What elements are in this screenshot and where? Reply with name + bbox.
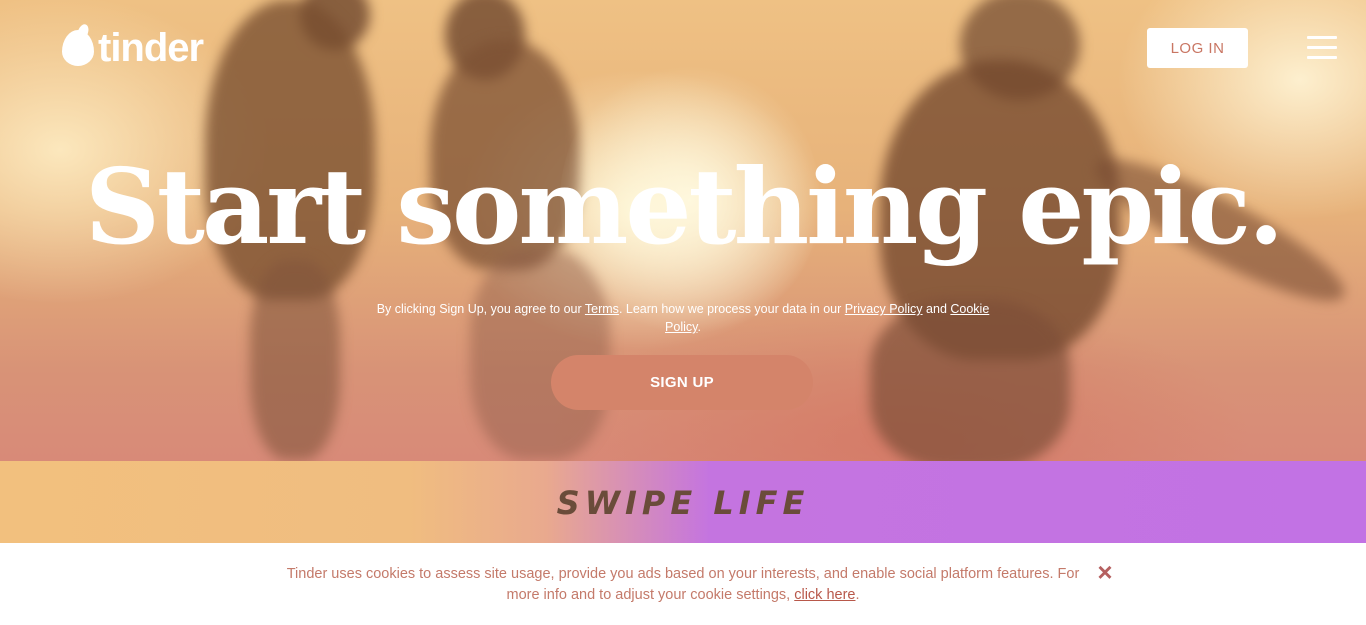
cookie-notice-text: Tinder uses cookies to assess site usage…	[286, 566, 1080, 603]
logo-text: tinder	[98, 26, 204, 70]
cookie-settings-link[interactable]: click here	[794, 587, 855, 603]
close-icon[interactable]: ×	[1094, 559, 1116, 585]
signup-button[interactable]: SIGN UP	[551, 355, 813, 410]
privacy-policy-link[interactable]: Privacy Policy	[845, 302, 923, 316]
hero-background-figure	[250, 260, 340, 460]
tinder-logo[interactable]: tinder	[62, 26, 204, 70]
terms-link[interactable]: Terms	[585, 302, 619, 316]
hero-section: tinder LOG IN Start something epic. By c…	[0, 0, 1366, 461]
signup-legal-text: By clicking Sign Up, you agree to our Te…	[376, 302, 990, 334]
cookie-banner: Tinder uses cookies to assess site usage…	[0, 543, 1366, 625]
login-button[interactable]: LOG IN	[1147, 28, 1248, 68]
hero-headline: Start something epic.	[84, 145, 1284, 268]
hamburger-icon[interactable]	[1307, 36, 1337, 60]
flame-icon	[62, 30, 94, 66]
swipe-life-title: SWIPE LIFE	[556, 484, 810, 522]
